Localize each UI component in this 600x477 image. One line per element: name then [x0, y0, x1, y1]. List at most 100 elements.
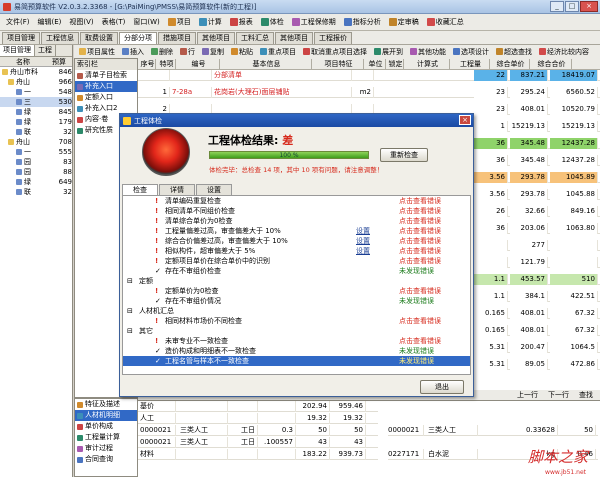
check-status[interactable]: 点击查看错误 — [399, 286, 441, 296]
resource-row[interactable]: 0000021 三类人工 工日 0.3 50 50 — [138, 425, 378, 436]
menu-item-6[interactable]: 计算 — [196, 16, 225, 28]
grid-row[interactable]: 1 7-28a 花岗岩(大理石)面层铺贴 m2 23 295.24 6560.52 — [138, 87, 600, 98]
toolbar-button-0[interactable]: 项目属性 — [76, 47, 118, 57]
minimize-button[interactable]: _ — [550, 1, 564, 12]
resource-row[interactable]: 人工 19.32 19.32 — [138, 413, 378, 424]
maximize-button[interactable]: □ — [565, 1, 579, 12]
tree-node[interactable]: 园 88 — [0, 167, 72, 177]
check-item[interactable]: ! 清单综合单价为0检查 点击查看错误 — [123, 216, 470, 226]
menu-item-5[interactable]: 项目 — [165, 16, 194, 28]
resource-row-right[interactable]: 0000021 三类人工 0.33628 50 — [388, 425, 598, 436]
toolbar-button-5[interactable]: 粘贴 — [228, 47, 256, 57]
check-item[interactable]: ! 相似构件，超审偏差大于 5% 设置 点击查看错误 — [123, 246, 470, 256]
toolbar-button-10[interactable]: 选项设计 — [450, 47, 492, 57]
toolbar-button-4[interactable]: 复制 — [199, 47, 227, 57]
toolbar-button-1[interactable]: 插入 — [119, 47, 147, 57]
menu-item-1[interactable]: 编辑(E) — [35, 16, 65, 28]
toolbar-button-11[interactable]: 超选查找 — [493, 47, 535, 57]
bottom-nav-button[interactable]: 上一行 — [514, 390, 541, 400]
close-button[interactable]: × — [580, 1, 598, 12]
grid-row[interactable]: 分部清单 22 837.21 18419.07 — [138, 70, 600, 81]
tree-node[interactable]: 联 32 — [0, 127, 72, 137]
check-status[interactable]: 点击查看错误 — [399, 206, 441, 216]
check-status[interactable]: 点击查看错误 — [399, 236, 441, 246]
tree-node[interactable]: 三 530 — [0, 97, 72, 107]
check-settings-link[interactable]: 设置 — [356, 226, 370, 236]
tab-detail[interactable]: 详情 — [159, 184, 195, 195]
menu-item-3[interactable]: 表格(T) — [99, 16, 129, 28]
check-item[interactable]: ! 未审专业不一致检查 点击查看错误 — [123, 336, 470, 346]
bottom-nav-button[interactable]: 查找 — [576, 390, 596, 400]
check-item[interactable]: ! 清单编码重复检查 点击查看错误 — [123, 196, 470, 206]
exit-button[interactable]: 退出 — [420, 380, 464, 394]
check-item[interactable]: ! 工程量偏差过高，审查偏差大于 10% 设置 点击查看错误 — [123, 226, 470, 236]
menu-item-8[interactable]: 体检 — [258, 16, 287, 28]
check-item[interactable]: ! 定额项目单价在综合单价中的识别 点击查看错误 — [123, 256, 470, 266]
menu-item-7[interactable]: 报表 — [227, 16, 256, 28]
detail-nav-item[interactable]: 工程量计算 — [75, 432, 137, 443]
check-status[interactable]: 点击查看错误 — [399, 226, 441, 236]
toolbar-button-3[interactable]: 行 — [177, 47, 198, 57]
tree-node[interactable]: 联 32 — [0, 187, 72, 197]
detail-nav-item[interactable]: 审计过程 — [75, 443, 137, 454]
check-item[interactable]: ✓ 存在不审组价检查 未发现错误 — [123, 266, 470, 276]
resource-row[interactable]: 基价 202.94 959.46 — [138, 401, 378, 412]
resource-row[interactable]: 0000021 三类人工 工日 .100557 43 43 — [138, 437, 378, 448]
check-status[interactable]: 点击查看错误 — [399, 216, 441, 226]
toolbar-button-2[interactable]: 删除 — [148, 47, 176, 57]
detail-nav-item[interactable]: 单价构成 — [75, 421, 137, 432]
tab-5[interactable]: 其他项目 — [197, 32, 235, 44]
tree-node[interactable]: 园 83 — [0, 157, 72, 167]
menu-item-9[interactable]: 工程保修期 — [289, 16, 339, 28]
check-settings-link[interactable]: 设置 — [356, 246, 370, 256]
resource-row[interactable]: 材料 183.22 939.73 — [138, 449, 378, 460]
menu-item-4[interactable]: 窗口(W) — [130, 16, 162, 28]
check-status[interactable]: 点击查看错误 — [399, 256, 441, 266]
check-item[interactable]: ! 定额单价为0检查 点击查看错误 — [123, 286, 470, 296]
tree-node[interactable]: 绿 845 — [0, 107, 72, 117]
tree-node[interactable]: 舟山市科 846 — [0, 67, 72, 77]
tab-settings[interactable]: 设置 — [196, 184, 232, 195]
check-item[interactable]: ✓ 造价构成和明细表不一致检查 未发现错误 — [123, 346, 470, 356]
tab-1[interactable]: 工程信息 — [41, 32, 79, 44]
tab-check[interactable]: 检查 — [122, 184, 158, 195]
toolbar-button-7[interactable]: 取消重点项目选择 — [300, 47, 370, 57]
index-item[interactable]: 清单子目检索 — [75, 70, 137, 81]
recheck-button[interactable]: 重新检查 — [380, 148, 428, 162]
tab-6[interactable]: 工料汇总 — [236, 32, 274, 44]
tab-3[interactable]: 分部分项 — [119, 32, 157, 44]
tree-node[interactable]: 舟山 708 — [0, 137, 72, 147]
toolbar-button-6[interactable]: 重点项目 — [257, 47, 299, 57]
tab-engineering[interactable]: 工程 — [35, 45, 56, 56]
toolbar-button-12[interactable]: 经济比较内容 — [536, 47, 592, 57]
check-status[interactable]: 点击查看错误 — [399, 246, 441, 256]
tree-node[interactable]: 绿 179 — [0, 117, 72, 127]
index-item[interactable]: 定额入口 — [75, 92, 137, 103]
bottom-nav-button[interactable]: 下一行 — [545, 390, 572, 400]
menu-item-0[interactable]: 文件(F) — [3, 16, 33, 28]
check-item[interactable]: ! 相同材料市场价不同检查 点击查看错误 — [123, 316, 470, 326]
check-status[interactable]: 点击查看错误 — [399, 316, 441, 326]
tree-node[interactable]: 舟山 966 — [0, 77, 72, 87]
tab-0[interactable]: 项目管理 — [2, 32, 40, 44]
tab-4[interactable]: 措施项目 — [158, 32, 196, 44]
menu-item-10[interactable]: 指标分析 — [341, 16, 384, 28]
menu-item-11[interactable]: 定审稿 — [386, 16, 422, 28]
check-item[interactable]: ✓ 工程名管与样本不一致检查 未发现错误 — [123, 356, 470, 366]
check-group[interactable]: ⊟ 其它 — [123, 326, 470, 336]
menu-item-12[interactable]: 收藏汇总 — [424, 16, 467, 28]
tab-2[interactable]: 取费设置 — [80, 32, 118, 44]
check-item[interactable]: ! 相同清单不同组价检查 点击查看错误 — [123, 206, 470, 216]
check-group[interactable]: ⊟ 人材机汇总 — [123, 306, 470, 316]
detail-nav-item[interactable]: 特征及描述 — [75, 399, 137, 410]
toolbar-button-8[interactable]: 展开到 — [371, 47, 406, 57]
menu-item-2[interactable]: 视图(V) — [66, 16, 96, 28]
tab-8[interactable]: 工程报价 — [314, 32, 352, 44]
check-status[interactable]: 点击查看错误 — [399, 336, 441, 346]
check-settings-link[interactable]: 设置 — [356, 236, 370, 246]
detail-nav-item[interactable]: 合同查询 — [75, 454, 137, 465]
check-status[interactable]: 点击查看错误 — [399, 196, 441, 206]
index-item[interactable]: 补充入口 — [75, 81, 137, 92]
toolbar-button-9[interactable]: 其他功能 — [407, 47, 449, 57]
detail-nav-item[interactable]: 人材机明细 — [75, 410, 137, 421]
